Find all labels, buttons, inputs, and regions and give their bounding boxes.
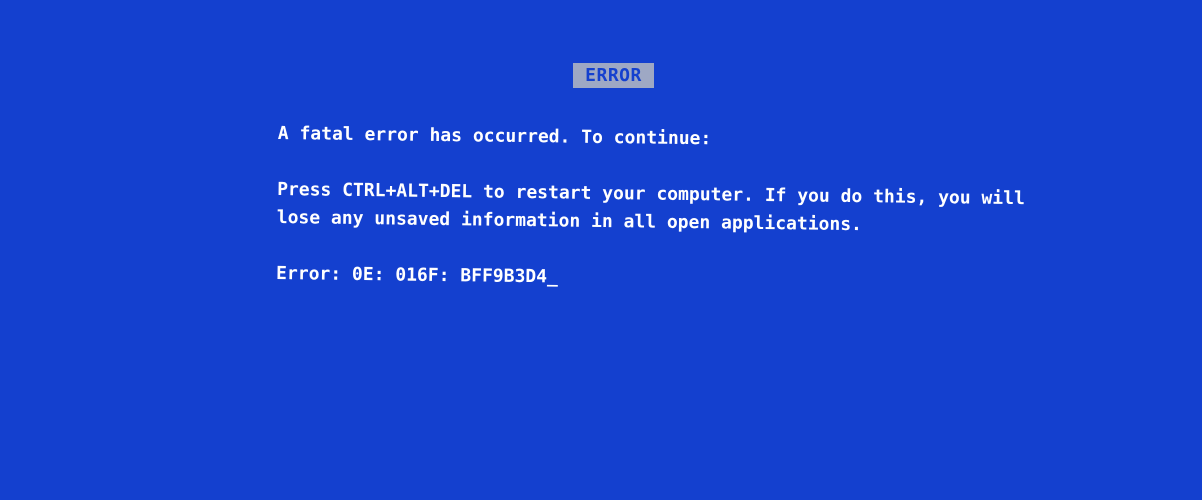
error-message-block: A fatal error has occurred. To continue:… (276, 120, 1038, 297)
error-screen: ERROR A fatal error has occurred. To con… (0, 0, 1202, 500)
text-cursor: _ (546, 266, 559, 288)
error-code: Error: 0E: 016F: BFF9B3D4 (275, 262, 548, 288)
error-title-badge: ERROR (573, 63, 654, 88)
